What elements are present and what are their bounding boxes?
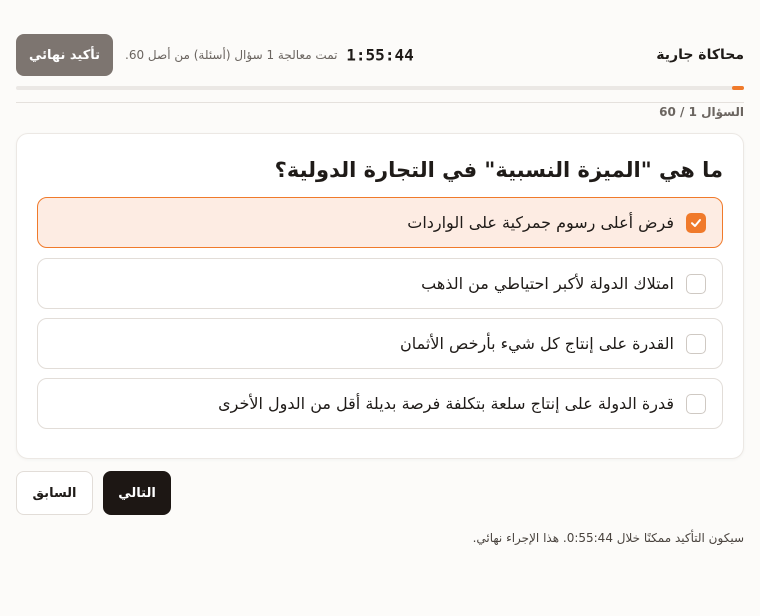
- progress-bar: [16, 86, 744, 90]
- answer-option-label: فرض أعلى رسوم جمركية على الواردات: [407, 213, 674, 232]
- confirmation-note: سيكون التأكيد ممكنًا خلال 0:55:44. هذا ا…: [472, 531, 744, 545]
- question-counter: السؤال 1 / 60: [659, 105, 744, 119]
- checkbox[interactable]: [686, 333, 706, 354]
- countdown-timer: 1:55:44: [346, 45, 414, 65]
- final-confirm-button[interactable]: تأكيد نهائي: [16, 34, 113, 76]
- answer-option-1[interactable]: فرض أعلى رسوم جمركية على الواردات: [37, 197, 723, 248]
- simulation-page: محاكاة جارية 1:55:44 تمت معالجة 1 سؤال (…: [0, 0, 760, 616]
- checkbox-checked[interactable]: [686, 212, 706, 233]
- question-card: ما هي "الميزة النسبية" في التجارة الدولي…: [16, 133, 744, 459]
- answer-option-4[interactable]: قدرة الدولة على إنتاج سلعة بتكلفة فرصة ب…: [37, 378, 723, 429]
- answer-option-3[interactable]: القدرة على إنتاج كل شيء بأرخص الأثمان: [37, 318, 723, 369]
- next-button[interactable]: التالي: [103, 471, 171, 515]
- processed-status: تمت معالجة 1 سؤال (أسئلة) من أصل 60.: [125, 48, 338, 62]
- answer-option-label: امتلاك الدولة لأكبر احتياطي من الذهب: [421, 274, 674, 293]
- simulation-title: محاكاة جارية: [656, 47, 744, 63]
- divider: [16, 102, 744, 103]
- header-actions: تمت معالجة 1 سؤال (أسئلة) من أصل 60. تأك…: [16, 34, 338, 76]
- answer-option-label: القدرة على إنتاج كل شيء بأرخص الأثمان: [400, 334, 674, 353]
- checkbox[interactable]: [686, 273, 706, 294]
- previous-button[interactable]: السابق: [16, 471, 93, 515]
- header: محاكاة جارية 1:55:44 تمت معالجة 1 سؤال (…: [16, 34, 744, 76]
- progress-fill: [731, 86, 744, 90]
- answer-option-label: قدرة الدولة على إنتاج سلعة بتكلفة فرصة ب…: [218, 394, 674, 413]
- answer-option-2[interactable]: امتلاك الدولة لأكبر احتياطي من الذهب: [37, 258, 723, 309]
- checkbox[interactable]: [686, 393, 706, 414]
- question-text: ما هي "الميزة النسبية" في التجارة الدولي…: [274, 158, 723, 182]
- check-icon: [691, 218, 701, 227]
